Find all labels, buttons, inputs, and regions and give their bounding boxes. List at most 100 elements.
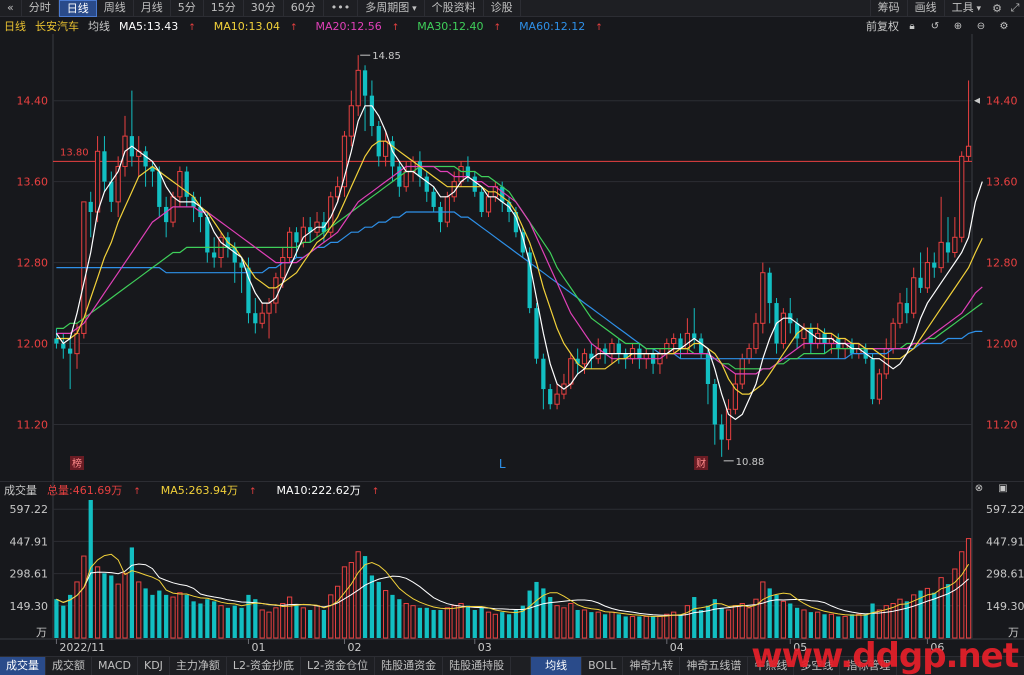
- volume-bar-up: [643, 615, 649, 639]
- candle-body-up: [170, 196, 176, 223]
- volume-bar-down: [719, 607, 724, 638]
- sub-chart-tab-8[interactable]: 陆股通持股: [443, 656, 512, 675]
- volume-bar-down: [308, 609, 313, 638]
- candle-body-down: [294, 232, 299, 243]
- kline-chart[interactable]: 14.40 14.40 13.60 13.60 12.80 12.80 12.00 12.00…: [0, 0, 1024, 675]
- volume-bar-down: [157, 590, 162, 638]
- candle-body-down: [212, 252, 217, 258]
- volume-bar-down: [513, 609, 519, 638]
- volume-bar-up: [568, 603, 574, 639]
- volume-bar-down: [500, 612, 505, 638]
- candle-body-up: [568, 358, 574, 385]
- volume-bar-up: [458, 603, 464, 639]
- candle-body-up: [444, 196, 450, 223]
- volume-bar-down: [225, 607, 231, 638]
- volume-bar-down: [417, 607, 423, 638]
- x-axis-label: 05: [793, 641, 807, 654]
- volume-tick-right: 447.91: [986, 535, 1024, 548]
- volume-bar-up: [300, 607, 306, 639]
- candle-body-up: [458, 165, 464, 183]
- volume-bar-up: [760, 581, 766, 639]
- volume-bar-up: [259, 609, 265, 639]
- x-axis-label: 06: [930, 641, 944, 654]
- x-axis-label: 01: [251, 641, 265, 654]
- volume-bar-up: [828, 613, 835, 639]
- overlay-tab-0[interactable]: 均线: [531, 656, 583, 675]
- volume-bar-up: [581, 609, 588, 639]
- sub-chart-tab-7[interactable]: 陆股通资金: [375, 656, 444, 675]
- high-price-label: 14.85: [372, 51, 401, 62]
- volume-bar-down: [698, 609, 704, 638]
- volume-bar-down: [239, 607, 244, 638]
- candle-body-up: [266, 302, 272, 314]
- volume-bar-up: [959, 551, 965, 639]
- volume-bar-down: [232, 605, 237, 638]
- volume-bar-down: [150, 594, 155, 638]
- volume-bar-up: [890, 603, 896, 639]
- volume-bar-down: [129, 547, 134, 638]
- close-icon[interactable]: ⊗: [972, 483, 986, 494]
- price-tick-left: 11.20: [17, 418, 49, 431]
- sub-chart-tab-3[interactable]: KDJ: [138, 656, 170, 675]
- candle-body-up: [259, 312, 265, 324]
- candle-body-up: [554, 393, 560, 405]
- reference-line-label: 13.80: [60, 147, 89, 158]
- overlay-tab-2[interactable]: 神奇九转: [623, 656, 681, 675]
- volume-bar-up: [348, 562, 354, 639]
- sub-chart-tab-2[interactable]: MACD: [92, 656, 138, 675]
- candle-body-up: [348, 105, 354, 137]
- candle-body-down: [548, 389, 553, 405]
- volume-bar-down: [68, 594, 73, 638]
- price-tick-left: 13.60: [17, 176, 49, 189]
- ma10-line: [56, 140, 983, 395]
- candle-body-down: [143, 151, 148, 167]
- volume-tick-right: 149.30: [986, 600, 1024, 613]
- x-axis-label: 2022/11: [59, 641, 105, 654]
- candle-body-down: [808, 328, 813, 344]
- candle-body-down: [54, 338, 59, 344]
- overlay-tab-1[interactable]: BOLL: [582, 656, 624, 675]
- candle-body-up: [959, 155, 965, 238]
- candle-body-up: [355, 69, 361, 107]
- overlay-tab-5[interactable]: 多空线: [794, 656, 841, 675]
- candle-body-down: [417, 161, 423, 177]
- price-tick-left: 14.40: [17, 95, 49, 108]
- volume-bar-down: [788, 603, 793, 638]
- candle-body-down: [362, 70, 368, 96]
- volume-unit-right: 万: [1008, 626, 1019, 639]
- volume-bar-up: [334, 585, 341, 639]
- volume-bar-up: [746, 607, 752, 639]
- sub-chart-tab-0[interactable]: 成交量: [0, 656, 46, 675]
- candle-body-down: [767, 272, 772, 304]
- volume-bar-up: [485, 611, 492, 639]
- candle-body-down: [616, 343, 621, 354]
- overlay-tab-4[interactable]: 牛熊线: [748, 656, 795, 675]
- expand-icon[interactable]: ▣: [996, 483, 1010, 494]
- candle-body-up: [924, 262, 931, 289]
- candle-body-down: [692, 333, 697, 339]
- x-axis-label: 02: [347, 641, 361, 654]
- candle-body-down: [500, 186, 505, 202]
- volume-bar-down: [212, 601, 217, 638]
- volume-bar-up: [177, 592, 183, 639]
- volume-bar-up: [725, 609, 732, 639]
- sub-chart-tab-6[interactable]: L2-资金仓位: [301, 656, 376, 675]
- volume-bar-down: [431, 609, 436, 638]
- volume-label[interactable]: 成交量: [4, 482, 37, 498]
- candle-body-down: [431, 191, 436, 207]
- candle-body-up: [952, 236, 958, 253]
- overlay-tab-6[interactable]: 指标管理: [840, 656, 898, 675]
- candle-body-down: [438, 206, 443, 223]
- volume-bar-down: [589, 612, 594, 638]
- volume-bar-down: [534, 581, 539, 638]
- sub-chart-tab-1[interactable]: 成交额: [46, 656, 92, 675]
- candle-body-up: [739, 358, 745, 385]
- candle-body-up: [671, 337, 677, 345]
- overlay-tabs: 均线 BOLL 神奇九转 神奇五线谱 牛熊线 多空线 指标管理: [531, 656, 898, 675]
- candle-body-up: [876, 373, 883, 400]
- volume-bar-down: [164, 594, 169, 638]
- sub-chart-tab-4[interactable]: 主力净额: [170, 656, 227, 675]
- sub-chart-tab-5[interactable]: L2-资金抄底: [227, 656, 302, 675]
- overlay-tab-3[interactable]: 神奇五线谱: [680, 656, 749, 675]
- volume-bar-up: [965, 538, 972, 639]
